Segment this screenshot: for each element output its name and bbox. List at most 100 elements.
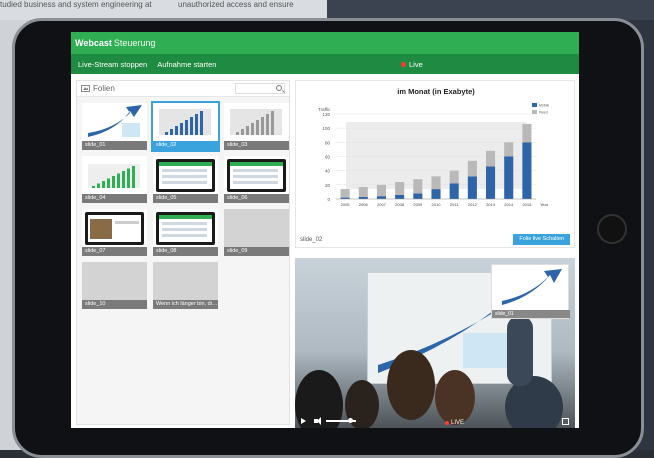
slide-thumbnail-label: slide_02 [153, 141, 218, 150]
slide-thumbnail-image [82, 209, 147, 247]
chart-bar [486, 150, 496, 167]
chart-bar [340, 189, 350, 198]
volume-slider[interactable] [326, 418, 356, 423]
slide-thumbnail-image [82, 156, 147, 194]
app-screen: Webcast Steuerung Live-Stream stoppen Au… [71, 32, 579, 428]
chart-y-tick-label: 120 [322, 112, 330, 117]
presenter [507, 316, 533, 386]
volume-icon[interactable] [314, 417, 321, 425]
slide-thumbnail-image [153, 209, 218, 247]
chart-y-tick-label: 40 [325, 169, 331, 174]
app-title-bold: Webcast [75, 38, 112, 48]
video-live-label: LIVE [451, 420, 465, 426]
chart-y-axis-label: Traffic [318, 107, 331, 112]
slide-thumbnail[interactable]: slide_07 [82, 209, 147, 256]
chart-title: im Monat (in Exabyte) [397, 87, 475, 96]
chart-legend-label: Mobile [539, 104, 549, 108]
search-icon[interactable] [276, 85, 282, 91]
slides-panel: Folien slide_01 slide_02 + slide_03 slide_04… [76, 80, 290, 425]
slide-thumbnail[interactable]: slide_10 [82, 262, 147, 309]
slide-thumbnail-image [224, 103, 289, 141]
video-live-indicator: LIVE [445, 420, 464, 426]
chart-y-tick-label: 80 [325, 140, 331, 145]
chart-x-tick-label: 2008 [395, 202, 405, 207]
chart-x-tick-label: 2015 [522, 202, 532, 207]
slide-thumbnail-graphic [156, 212, 215, 245]
chart-bar [376, 184, 386, 197]
chart-legend-label: Fixed [539, 111, 548, 115]
chart-bar [376, 196, 386, 199]
chart-x-tick-label: 2006 [359, 202, 369, 207]
slide-go-live-button[interactable]: Folie live Schalten [513, 234, 570, 245]
tablet-camera [597, 214, 627, 244]
slides-panel-header: Folien [77, 81, 289, 97]
chart-bar [431, 189, 441, 199]
pip-slide-label: slide_01 [492, 310, 570, 318]
slide-thumbnail-graphic [156, 159, 215, 192]
slides-search-input[interactable] [235, 83, 285, 94]
slide-thumbnail-image [82, 103, 147, 141]
video-live-dot-icon [445, 421, 449, 425]
background-website-strip: tudied business and system engineering a… [0, 0, 654, 20]
slide-thumbnail-label: slide_06 [224, 194, 289, 203]
chart-y-tick-label: 60 [325, 155, 331, 160]
preview-slide-label: slide_02 [300, 237, 323, 243]
chart-bar [504, 156, 514, 199]
live-dot-icon [401, 61, 406, 67]
traffic-chart: 0 20 40 60 80 100 120Traffic 2005 2006 2007 2008 20… [318, 103, 549, 207]
chart-bar [522, 142, 532, 199]
play-icon[interactable] [301, 418, 306, 424]
slide-preview: im Monat (in Exabyte) 0 20 40 60 80 100 120 Tra… [295, 80, 575, 248]
chart-bar [486, 166, 496, 199]
video-controls [295, 414, 575, 428]
chart-bar [413, 193, 423, 199]
chart-bar [504, 142, 514, 157]
stop-stream-button[interactable]: Live-Stream stoppen [73, 60, 152, 69]
slide-thumbnail-image [153, 103, 218, 141]
slide-thumbnail[interactable]: Wenn ich länger bin, di… [153, 262, 218, 309]
chart-bar [449, 170, 459, 184]
slide-thumbnail[interactable]: slide_06 [224, 156, 289, 203]
slide-thumbnail-label: slide_07 [82, 247, 147, 256]
slide-thumbnail-label: slide_04 [82, 194, 147, 203]
slide-thumbnail-label: Wenn ich länger bin, di… [153, 300, 218, 309]
slide-thumbnail-graphic [230, 109, 282, 135]
background-text-right: unauthorized access and ensure [178, 0, 294, 9]
slide-thumbnail-label: slide_01 [82, 141, 147, 150]
slide-thumbnail-graphic [159, 109, 211, 135]
slide-thumbnail-label: slide_03 [224, 141, 289, 150]
slide-thumbnail-graphic [88, 164, 140, 188]
slide-thumbnail[interactable]: slide_09 [224, 209, 289, 256]
chart-bar [395, 182, 405, 195]
menu-bar: Live-Stream stoppen Aufnahme starten Liv… [71, 54, 579, 74]
live-video[interactable]: slide_01 LIVE [295, 258, 575, 428]
slide-thumbnail[interactable]: slide_03 [224, 103, 289, 150]
slide-thumbnail[interactable]: slide_05 [153, 156, 218, 203]
slide-thumbnail[interactable]: slide_04 [82, 156, 147, 203]
chart-x-tick-label: 2013 [486, 202, 496, 207]
chart-bar [467, 160, 477, 177]
start-recording-button[interactable]: Aufnahme starten [152, 60, 221, 69]
chart-y-tick-label: 100 [322, 126, 330, 131]
background-text-left: tudied business and system engineering a… [0, 0, 152, 9]
chart-bar [449, 183, 459, 199]
slide-thumbnail[interactable]: slide_01 [82, 103, 147, 150]
chart-y-tick-label: 0 [327, 197, 330, 202]
audience-head [387, 350, 435, 420]
slide-thumbnail[interactable]: slide_02 + [151, 101, 220, 152]
slide-thumbnail-graphic [227, 159, 286, 192]
slides-panel-title: Folien [93, 84, 115, 93]
app-header: Webcast Steuerung [71, 32, 579, 54]
plus-icon[interactable]: + [210, 103, 215, 112]
slide-thumbnail-graphic [88, 105, 142, 137]
chart-x-tick-label: 2014 [504, 202, 514, 207]
chart-x-tick-label: 2005 [341, 202, 351, 207]
app-title-rest: Steuerung [113, 38, 156, 48]
chart-x-tick-label: 2010 [432, 202, 442, 207]
fullscreen-icon[interactable] [562, 418, 569, 425]
picture-in-picture-slide[interactable]: slide_01 [491, 264, 570, 319]
live-indicator: Live [401, 60, 423, 69]
slide-thumbnail-image [224, 156, 289, 194]
slide-thumbnail-image [224, 209, 289, 247]
slide-thumbnail[interactable]: slide_08 [153, 209, 218, 256]
